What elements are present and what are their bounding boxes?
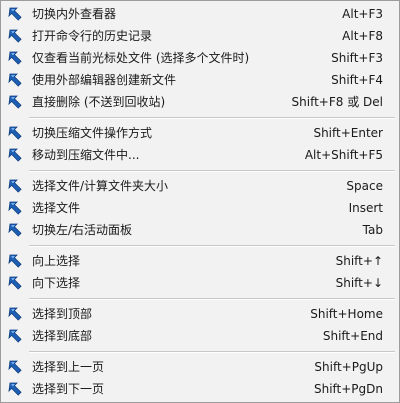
menu-separator	[29, 170, 395, 172]
arrow-up-left-icon	[5, 145, 25, 165]
menu-item-select-down[interactable]: 向下选择 Shift+↓	[3, 273, 397, 293]
menu-item-label: 选择文件/计算文件夹大小	[32, 179, 169, 193]
menu-item-label: 仅查看当前光标处文件 (选择多个文件时)	[32, 51, 250, 65]
arrow-up-left-icon	[5, 379, 25, 399]
menu-item-shortcut: Shift+↑	[335, 254, 383, 268]
menu-item-select-calc-size[interactable]: 选择文件/计算文件夹大小 Space	[3, 176, 397, 196]
menu-item-label: 选择到上一页	[32, 360, 105, 374]
menu-item-label: 移动到压缩文件中...	[32, 148, 140, 162]
menu-item-new-file-external-editor[interactable]: 使用外部编辑器创建新文件 Shift+F4	[3, 70, 397, 90]
arrow-up-left-icon	[5, 48, 25, 68]
menu-separator	[29, 245, 395, 247]
menu-item-shortcut: Shift+Enter	[313, 126, 383, 140]
menu-item-label: 选择到下一页	[32, 382, 105, 396]
arrow-up-left-icon	[5, 198, 25, 218]
menu-item-shortcut: Shift+PgDn	[313, 382, 383, 396]
arrow-up-left-icon	[5, 176, 25, 196]
menu-item-shortcut: Shift+F3	[331, 51, 383, 65]
menu-item-toggle-viewer[interactable]: 切换内外查看器 Alt+F3	[3, 4, 397, 24]
arrow-up-left-icon	[5, 251, 25, 271]
menu-item-command-history[interactable]: 打开命令行的历史记录 Alt+F8	[3, 26, 397, 46]
arrow-up-left-icon	[5, 357, 25, 377]
arrow-up-left-icon	[5, 326, 25, 346]
menu-item-shortcut: Shift+End	[322, 329, 383, 343]
menu-item-select-up[interactable]: 向上选择 Shift+↑	[3, 251, 397, 271]
menu-item-shortcut: Alt+F3	[342, 7, 383, 21]
menu-item-select-to-bottom[interactable]: 选择到底部 Shift+End	[3, 326, 397, 346]
menu-item-move-to-archive[interactable]: 移动到压缩文件中... Alt+Shift+F5	[3, 145, 397, 165]
menu-item-shortcut: Shift+F8 或 Del	[291, 95, 383, 109]
menu-item-select-to-top[interactable]: 选择到顶部 Shift+Home	[3, 304, 397, 324]
menu-item-shortcut: Space	[346, 179, 383, 193]
menu-separator	[29, 298, 395, 300]
menu-item-view-current-file[interactable]: 仅查看当前光标处文件 (选择多个文件时) Shift+F3	[3, 48, 397, 68]
menu-separator	[29, 117, 395, 119]
menu-item-delete-direct[interactable]: 直接删除 (不送到回收站) Shift+F8 或 Del	[3, 92, 397, 112]
arrow-up-left-icon	[5, 304, 25, 324]
menu-item-label: 切换压缩文件操作方式	[32, 126, 153, 140]
menu-item-select-page-up[interactable]: 选择到上一页 Shift+PgUp	[3, 357, 397, 377]
menu-item-shortcut: Shift+F4	[331, 73, 383, 87]
menu-item-label: 向下选择	[32, 276, 81, 290]
menu-item-switch-panel[interactable]: 切换左/右活动面板 Tab	[3, 220, 397, 240]
arrow-up-left-icon	[5, 70, 25, 90]
menu-item-label: 向上选择	[32, 254, 81, 268]
menu-item-shortcut: Shift+Home	[310, 307, 383, 321]
menu-item-label: 使用外部编辑器创建新文件	[32, 73, 177, 87]
menu-separator	[29, 351, 395, 353]
menu-item-select-file[interactable]: 选择文件 Insert	[3, 198, 397, 218]
context-menu: 切换内外查看器 Alt+F3 打开命令行的历史记录 Alt+F8 仅查看当前光标…	[0, 0, 400, 403]
arrow-up-left-icon	[5, 273, 25, 293]
menu-item-toggle-archive-mode[interactable]: 切换压缩文件操作方式 Shift+Enter	[3, 123, 397, 143]
menu-item-shortcut: Shift+↓	[335, 276, 383, 290]
menu-item-select-page-down[interactable]: 选择到下一页 Shift+PgDn	[3, 379, 397, 399]
menu-item-label: 直接删除 (不送到回收站)	[32, 95, 166, 109]
menu-item-label: 切换左/右活动面板	[32, 223, 133, 237]
menu-item-label: 切换内外查看器	[32, 7, 117, 21]
menu-item-label: 打开命令行的历史记录	[32, 29, 153, 43]
menu-item-shortcut: Insert	[348, 201, 383, 215]
menu-item-shortcut: Tab	[362, 223, 383, 237]
menu-item-label: 选择到底部	[32, 329, 93, 343]
menu-item-shortcut: Alt+F8	[342, 29, 383, 43]
menu-item-shortcut: Alt+Shift+F5	[304, 148, 383, 162]
menu-item-label: 选择文件	[32, 201, 81, 215]
menu-item-label: 选择到顶部	[32, 307, 93, 321]
arrow-up-left-icon	[5, 123, 25, 143]
arrow-up-left-icon	[5, 92, 25, 112]
menu-item-shortcut: Shift+PgUp	[314, 360, 383, 374]
arrow-up-left-icon	[5, 26, 25, 46]
arrow-up-left-icon	[5, 4, 25, 24]
arrow-up-left-icon	[5, 220, 25, 240]
